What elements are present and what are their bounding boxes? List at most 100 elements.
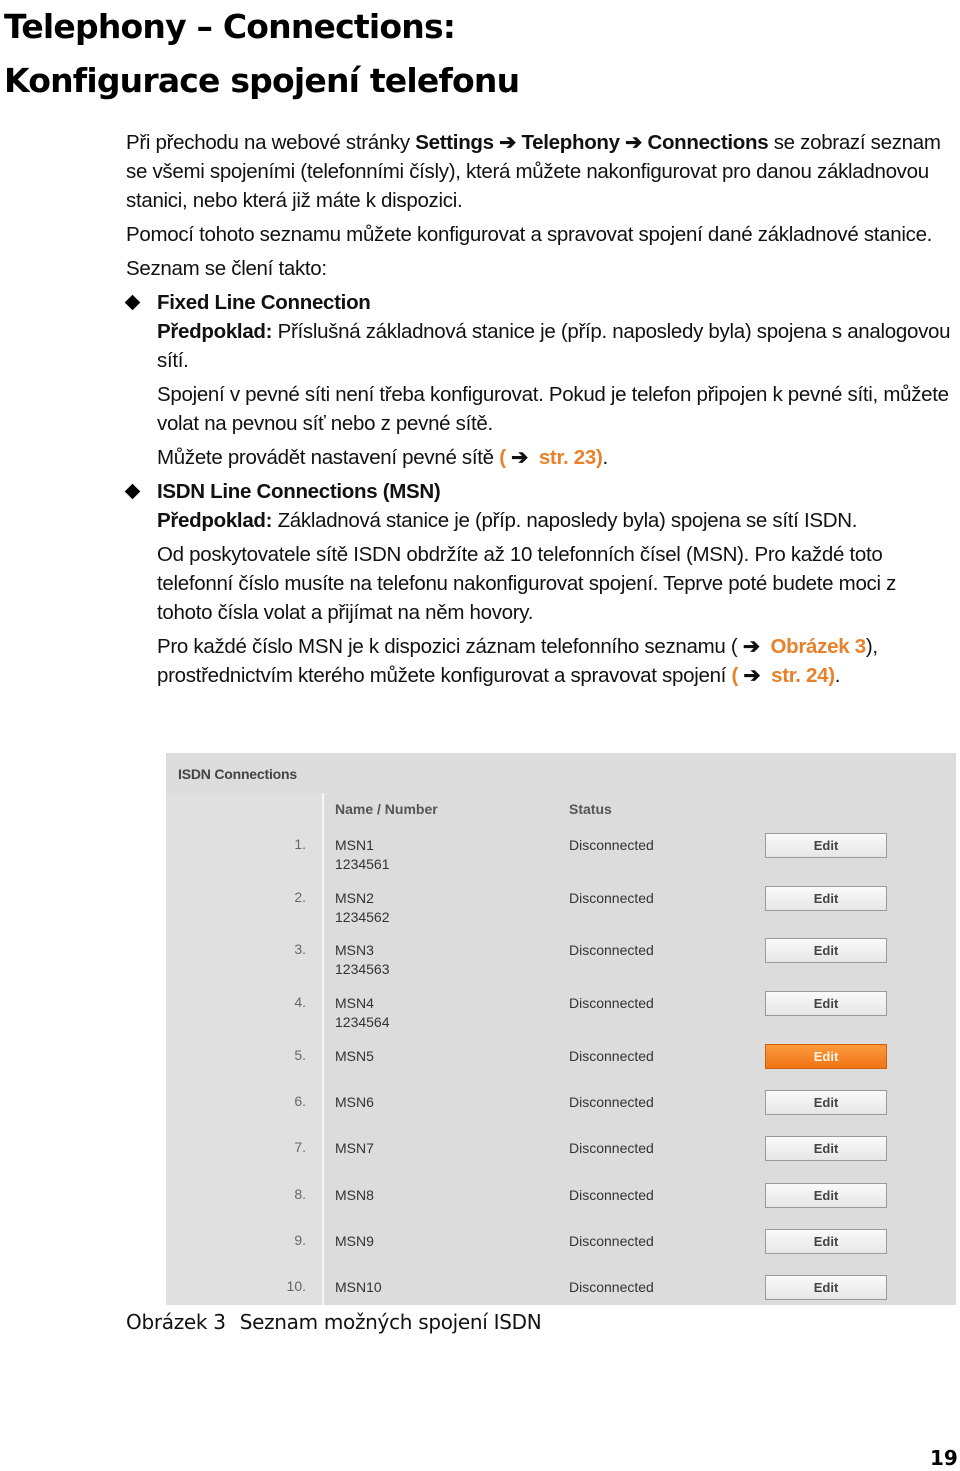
connection-status: Disconnected — [569, 890, 654, 906]
connection-name-number: MSN1 1234561 — [335, 836, 390, 874]
ref-open-paren: ( — [731, 664, 744, 687]
page-link-label[interactable]: str. 23 — [539, 446, 596, 469]
connection-name-number: MSN9 — [335, 1232, 374, 1251]
connection-name: MSN7 — [335, 1140, 374, 1156]
connection-name-number: MSN5 — [335, 1047, 374, 1066]
diamond-bullet-icon — [124, 483, 141, 500]
ref-text: Můžete provádět nastavení pevné sítě — [157, 446, 500, 469]
connection-name-number: MSN3 1234563 — [335, 941, 390, 979]
edit-button[interactable]: Edit — [765, 1090, 887, 1115]
arrow-icon: ➔ — [499, 131, 517, 154]
ref-text: Pro každé číslo MSN je k dispozici zázna… — [157, 635, 743, 658]
edit-button[interactable]: Edit — [765, 938, 887, 963]
connection-status: Disconnected — [569, 1279, 654, 1295]
connection-name-number: MSN10 — [335, 1278, 382, 1297]
connection-status: Disconnected — [569, 1233, 654, 1249]
ref-suffix: . — [602, 446, 609, 469]
connection-status: Disconnected — [569, 1187, 654, 1203]
connection-name: MSN2 — [335, 890, 374, 906]
column-header-status: Status — [569, 801, 612, 817]
row-index: 8. — [294, 1186, 306, 1202]
connection-number: 1234563 — [335, 961, 390, 977]
prereq-label: Předpoklad: — [157, 320, 273, 343]
page-link[interactable]: str. 23) — [528, 446, 603, 469]
arrow-icon: ➔ — [511, 446, 529, 469]
prereq-text: Příslušná základnová stanice je (příp. n… — [157, 320, 951, 372]
connection-status: Disconnected — [569, 1048, 654, 1064]
page-number: 19 — [930, 1446, 958, 1470]
path-settings: Settings — [415, 131, 494, 154]
connection-name-number: MSN7 — [335, 1139, 374, 1158]
connection-status: Disconnected — [569, 942, 654, 958]
edit-button[interactable]: Edit — [765, 1275, 887, 1300]
row-index: 1. — [294, 836, 306, 852]
title-line-1: Telephony – Connections: — [4, 7, 456, 46]
prereq-label: Předpoklad: — [157, 509, 273, 532]
row-index: 10. — [286, 1278, 306, 1294]
connection-status: Disconnected — [569, 995, 654, 1011]
connection-name-number: MSN8 — [335, 1186, 374, 1205]
edit-button[interactable]: Edit — [765, 1183, 887, 1208]
title-line-2: Konfigurace spojení telefonu — [4, 61, 520, 100]
arrow-icon: ➔ — [625, 131, 643, 154]
connection-name: MSN3 — [335, 942, 374, 958]
edit-button[interactable]: Edit — [765, 1229, 887, 1254]
item-heading: Fixed Line Connection — [157, 291, 371, 314]
row-index: 4. — [294, 994, 306, 1010]
item-paragraph: Spojení v pevné síti není třeba konfigur… — [157, 383, 949, 435]
intro-text: Při přechodu na webové stránky — [126, 131, 416, 154]
edit-button[interactable]: Edit — [765, 886, 887, 911]
connection-name: MSN10 — [335, 1279, 382, 1295]
page-link-label[interactable]: str. 24 — [771, 664, 828, 687]
diamond-bullet-icon — [124, 294, 141, 311]
edit-button[interactable]: Edit — [765, 833, 887, 858]
connection-name-number: MSN6 — [335, 1093, 374, 1112]
page-link[interactable]: str. 24) — [760, 664, 835, 687]
intro-paragraph: Při přechodu na webové stránky Settings … — [126, 128, 956, 215]
screenshot-title: ISDN Connections — [178, 766, 297, 782]
connection-status: Disconnected — [569, 1094, 654, 1110]
edit-button[interactable]: Edit — [765, 1136, 887, 1161]
connection-name-number: MSN4 1234564 — [335, 994, 390, 1032]
connection-name: MSN5 — [335, 1048, 374, 1064]
connection-number: 1234561 — [335, 856, 390, 872]
row-index: 7. — [294, 1139, 306, 1155]
edit-button[interactable]: Edit — [765, 1044, 887, 1069]
connection-name: MSN4 — [335, 995, 374, 1011]
intro-paragraph-3: Seznam se člení takto: — [126, 257, 327, 280]
ref-suffix: . — [834, 664, 841, 687]
item-heading: ISDN Line Connections (MSN) — [157, 480, 441, 503]
connection-status: Disconnected — [569, 837, 654, 853]
row-index: 6. — [294, 1093, 306, 1109]
body-text: Při přechodu na webové stránky Settings … — [124, 128, 956, 695]
item-prereq: Předpoklad: Příslušná základnová stanice… — [157, 317, 956, 375]
caption-text: Seznam možných spojení ISDN — [239, 1310, 542, 1334]
figure-caption: Obrázek 3 Seznam možných spojení ISDN — [126, 1310, 542, 1334]
row-index: 9. — [294, 1232, 306, 1248]
page-title: Telephony – Connections: Konfigurace spo… — [4, 0, 520, 108]
arrow-icon: ➔ — [742, 635, 760, 658]
arrow-icon: ➔ — [743, 664, 761, 687]
ref-open-paren: ( — [499, 446, 512, 469]
connection-number: 1234562 — [335, 909, 390, 925]
connection-number: 1234564 — [335, 1014, 390, 1030]
connection-name: MSN8 — [335, 1187, 374, 1203]
row-index: 2. — [294, 889, 306, 905]
connection-name: MSN9 — [335, 1233, 374, 1249]
path-connections: Connections — [647, 131, 769, 154]
intro-paragraph-2: Pomocí tohoto seznamu můžete konfigurova… — [126, 223, 933, 246]
item-paragraph-ref: Můžete provádět nastavení pevné sítě ( ➔… — [157, 443, 956, 472]
row-index: 5. — [294, 1047, 306, 1063]
item-prereq: Předpoklad: Základnová stanice je (příp.… — [157, 506, 956, 535]
caption-label: Obrázek 3 — [126, 1310, 226, 1334]
list-item-isdn: ISDN Line Connections (MSN) Předpoklad: … — [124, 477, 956, 690]
edit-button[interactable]: Edit — [765, 991, 887, 1016]
connection-name: MSN1 — [335, 837, 374, 853]
prereq-text: Základnová stanice je (příp. naposledy b… — [272, 509, 858, 532]
list-item-fixed-line: Fixed Line Connection Předpoklad: Příslu… — [124, 288, 956, 472]
row-index: 3. — [294, 941, 306, 957]
item-paragraph: Od poskytovatele sítě ISDN obdržíte až 1… — [157, 543, 897, 624]
figure-link[interactable]: Obrázek 3 — [771, 635, 867, 658]
connection-name: MSN6 — [335, 1094, 374, 1110]
connection-name-number: MSN2 1234562 — [335, 889, 390, 927]
